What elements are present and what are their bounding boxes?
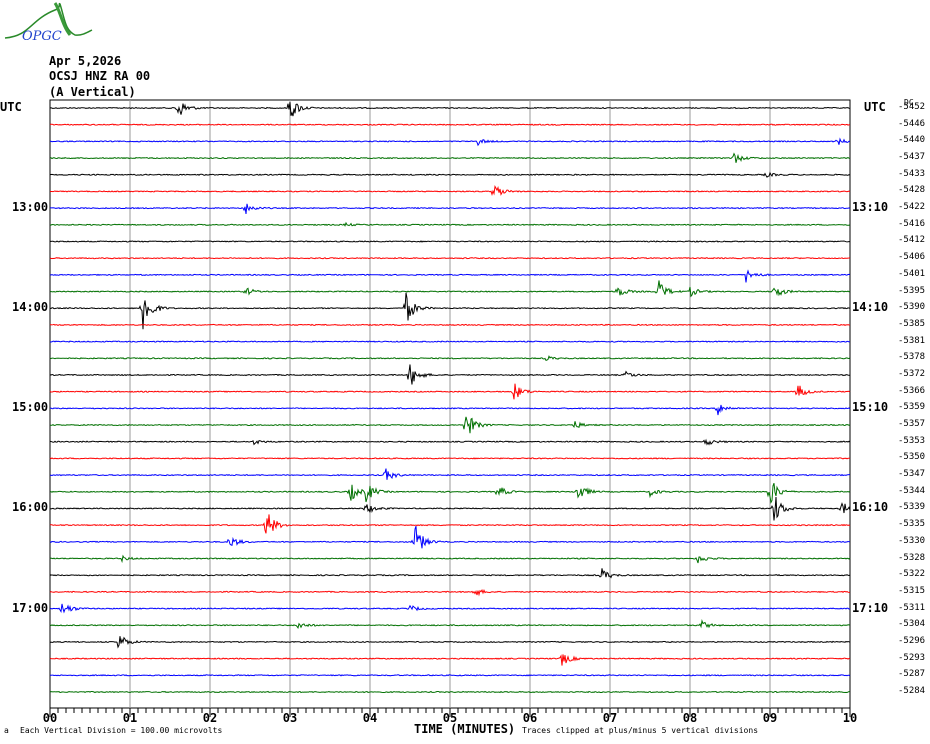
dc-offset-label: -5390 xyxy=(898,302,926,313)
dc-offset-label: -5284 xyxy=(898,686,926,696)
dc-offset-label: -5406 xyxy=(898,252,926,263)
hour-label-right: 13:10 xyxy=(852,200,889,215)
hour-label-right: 14:10 xyxy=(852,300,889,315)
x-axis-title: TIME (MINUTES) xyxy=(414,722,516,736)
dc-offset-label: -5315 xyxy=(898,585,926,596)
x-tick-label: 08 xyxy=(682,711,698,725)
x-tick-label: 00 xyxy=(42,711,58,725)
hour-label-left: 16:00 xyxy=(12,500,49,515)
dc-offset-label: -5440 xyxy=(898,135,926,146)
hour-label-left: 14:00 xyxy=(12,300,49,315)
dc-offset-label: -5311 xyxy=(898,602,926,613)
dc-offset-label: -5385 xyxy=(898,318,926,329)
x-tick-label: 01 xyxy=(122,711,138,725)
trace-line xyxy=(49,690,850,694)
dc-offset-label: -5357 xyxy=(898,419,926,430)
hour-label-right: 15:10 xyxy=(852,400,889,415)
dc-offset-label: -5322 xyxy=(898,569,926,580)
dc-offset-label: -5422 xyxy=(898,202,926,213)
x-tick-label: 03 xyxy=(282,711,298,725)
dc-offset-label: -5328 xyxy=(898,552,926,563)
dc-offset-label: -5335 xyxy=(898,519,926,530)
dc-offset-label: -5353 xyxy=(898,435,926,446)
dc-offset-label: -5359 xyxy=(898,402,926,413)
hour-label-left: 13:00 xyxy=(12,200,49,215)
scale-note: Each Vertical Division = 100.00 microvol… xyxy=(20,726,223,735)
dc-offset-label: -5347 xyxy=(898,469,926,480)
dc-offset-label: -5287 xyxy=(898,669,926,680)
footer-mark: a xyxy=(4,726,9,735)
dc-offset-label: -5452 xyxy=(898,102,926,112)
dc-offset-label: -5416 xyxy=(898,218,926,229)
dc-offset-label: -5372 xyxy=(898,368,926,379)
dc-offset-label: -5428 xyxy=(898,185,926,196)
dc-offset-label: -5446 xyxy=(898,118,926,129)
dc-offset-label: -5296 xyxy=(898,635,926,646)
x-tick-label: 06 xyxy=(522,711,538,725)
dc-offset-label: -5395 xyxy=(898,285,926,296)
x-tick-label: 02 xyxy=(202,711,218,725)
hour-label-left: 17:00 xyxy=(12,600,49,615)
dc-offset-label: -5339 xyxy=(898,502,926,513)
hour-label-right: 17:10 xyxy=(852,600,889,615)
hour-label-right: 16:10 xyxy=(852,500,889,515)
dc-offset-label: -5293 xyxy=(898,652,926,663)
dc-offset-label: -5366 xyxy=(898,385,926,396)
dc-offset-label: -5381 xyxy=(898,335,926,346)
trace-line xyxy=(49,323,851,327)
x-tick-label: 04 xyxy=(362,711,378,725)
seismogram-plot xyxy=(49,99,851,717)
x-tick-label: 10 xyxy=(842,711,858,725)
x-tick-label: 07 xyxy=(602,711,618,725)
x-tick-label: 09 xyxy=(762,711,778,725)
dc-offset-label: -5304 xyxy=(898,619,926,630)
dc-offset-label: -5401 xyxy=(898,268,926,279)
dc-offset-label: -5433 xyxy=(898,168,926,179)
hour-label-left: 15:00 xyxy=(12,400,49,415)
trace-line xyxy=(49,457,851,460)
trace-line xyxy=(50,340,851,343)
dc-offset-label: -5437 xyxy=(898,152,926,163)
dc-offset-label: -5350 xyxy=(898,452,926,463)
dc-offset-label: -5378 xyxy=(898,352,926,363)
dc-offset-label: -5330 xyxy=(898,535,926,546)
dc-offset-label: -5344 xyxy=(898,485,926,496)
clip-note: Traces clipped at plus/minus 5 vertical … xyxy=(522,726,759,735)
dc-offset-label: -5412 xyxy=(898,235,926,246)
